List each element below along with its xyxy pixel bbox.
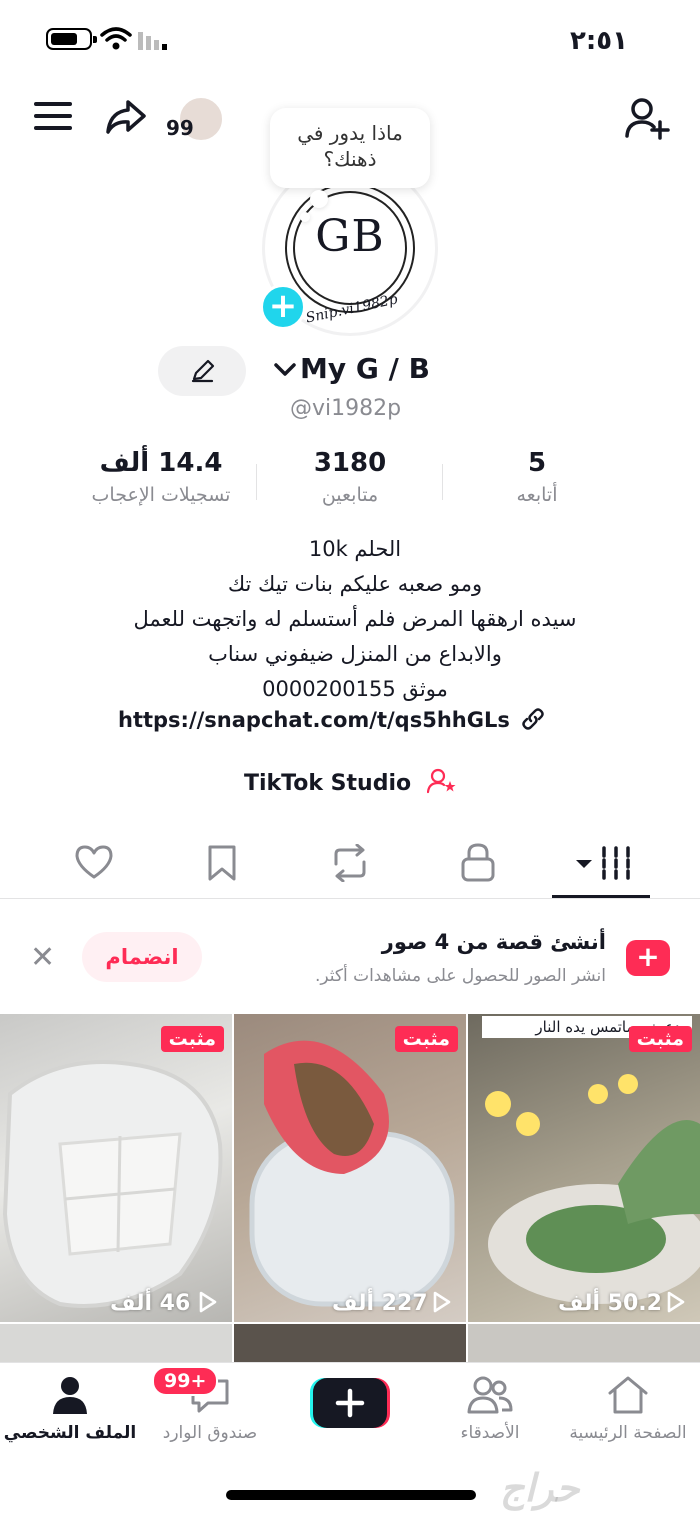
story-banner-title: أنشئ قصة من 4 صور: [381, 930, 606, 954]
stat-value: 14.4 ألف: [99, 448, 223, 478]
video-thumbnail[interactable]: [234, 1324, 466, 1364]
video-thumbnail[interactable]: بدعمني ماتمس يده النار مثبت 50.2 ألف: [468, 1014, 700, 1322]
view-count: 227 ألف: [332, 1291, 428, 1316]
nav-label: الأصدقاء: [460, 1423, 520, 1443]
bio-line: والابداع من المنزل ضيفوني سناب: [208, 642, 502, 666]
nav-friends[interactable]: الأصدقاء: [420, 1375, 560, 1443]
thought-bubble[interactable]: ماذا يدور في ذهنك؟: [270, 108, 430, 188]
add-friend-icon[interactable]: [624, 96, 670, 140]
tab-saved[interactable]: [206, 844, 238, 886]
bookmark-icon: [208, 845, 236, 881]
grid-icon: [576, 846, 630, 880]
bio-line: الحلم 10k: [308, 537, 402, 561]
close-icon[interactable]: ✕: [30, 940, 55, 975]
tab-liked[interactable]: [74, 844, 114, 884]
heart-icon: [75, 845, 113, 879]
inbox-badge: 99+: [152, 1366, 219, 1396]
bubble-tail-small: [300, 212, 310, 222]
nav-home[interactable]: الصفحة الرئيسية: [558, 1375, 698, 1443]
bio-link[interactable]: https://snapchat.com/t/qs5hhGLs: [118, 708, 545, 732]
home-indicator: [226, 1490, 476, 1500]
pinned-badge: مثبت: [394, 1026, 458, 1052]
studio-label: TikTok Studio: [244, 771, 412, 796]
create-button[interactable]: [310, 1376, 390, 1430]
view-count: 46 ألف: [110, 1291, 191, 1316]
plus-icon: [310, 1378, 390, 1428]
watermark: حراج: [500, 1466, 580, 1510]
tab-reposts[interactable]: [330, 843, 370, 886]
status-time: ٢:٥١: [570, 26, 629, 56]
bio-line: موثق 0000200155: [262, 677, 448, 701]
tiktok-studio-link[interactable]: TikTok Studio: [244, 768, 457, 796]
story-plus-icon: +: [626, 940, 670, 976]
pinned-badge: مثبت: [160, 1026, 224, 1052]
profile-icon: [53, 1377, 87, 1414]
stat-divider: [256, 464, 257, 500]
avatar-logo-text: GB: [315, 211, 385, 262]
video-thumbnail[interactable]: مثبت 227 ألف: [234, 1014, 466, 1322]
join-button[interactable]: انضمام: [82, 932, 202, 982]
signal-icon: [138, 30, 172, 56]
nav-label: الصفحة الرئيسية: [569, 1423, 687, 1443]
add-story-button[interactable]: +: [260, 284, 306, 330]
nav-label: الملف الشخصي: [3, 1423, 137, 1443]
profile-handle: @vi1982p: [290, 396, 402, 421]
profile-name-text: My G / B: [300, 352, 430, 385]
play-icon: [433, 1291, 451, 1313]
stat-likes[interactable]: 14.4 ألف تسجيلات الإعجاب: [66, 448, 256, 506]
video-thumbnail[interactable]: [0, 1324, 232, 1364]
share-icon[interactable]: [104, 98, 148, 138]
menu-icon[interactable]: [34, 100, 72, 132]
stat-following[interactable]: 5 أتابعه: [442, 448, 632, 506]
repost-icon: [334, 843, 366, 883]
bio-line: سيده ارهقها المرض فلم أستسلم له واتجهت ل…: [133, 607, 577, 631]
bio-link-text[interactable]: https://snapchat.com/t/qs5hhGLs: [118, 708, 510, 732]
pinned-badge: مثبت: [628, 1026, 692, 1052]
home-icon: [608, 1376, 648, 1414]
stat-value: 3180: [313, 448, 387, 478]
nav-profile[interactable]: الملف الشخصي: [0, 1375, 140, 1443]
wifi-icon: [100, 26, 132, 56]
story-banner-subtitle: انشر الصور للحصول على مشاهدات أكثر.: [314, 966, 606, 986]
bubble-tail: [310, 190, 328, 208]
stat-label: أتابعه: [516, 484, 558, 506]
nav-label: صندوق الوارد: [162, 1423, 258, 1443]
profile-views-count: 99: [166, 116, 194, 140]
chevron-down-icon: [274, 363, 296, 376]
studio-icon: [426, 768, 456, 794]
friends-icon: [467, 1376, 513, 1414]
stat-label: تسجيلات الإعجاب: [91, 484, 231, 506]
pencil-icon: [191, 359, 215, 383]
profile-name[interactable]: My G / B: [274, 352, 430, 385]
lock-icon: [461, 843, 495, 882]
play-icon: [199, 1291, 217, 1313]
play-icon: [667, 1291, 685, 1313]
edit-profile-button[interactable]: [158, 346, 246, 396]
profile-bio: الحلم 10k ومو صعبه عليكم بنات تيك تك سيد…: [60, 532, 650, 707]
tab-private[interactable]: [460, 842, 496, 886]
battery-icon: [46, 28, 97, 50]
view-count: 50.2 ألف: [558, 1291, 662, 1316]
tab-videos[interactable]: [574, 844, 636, 886]
video-thumbnail[interactable]: مثبت 46 ألف: [0, 1014, 232, 1322]
link-icon: [522, 708, 544, 730]
stat-label: متابعين: [321, 484, 379, 506]
video-thumbnail[interactable]: [468, 1324, 700, 1364]
bio-line: ومو صعبه عليكم بنات تيك تك: [227, 572, 483, 596]
stat-followers[interactable]: 3180 متابعين: [255, 448, 445, 506]
stat-value: 5: [527, 448, 547, 478]
